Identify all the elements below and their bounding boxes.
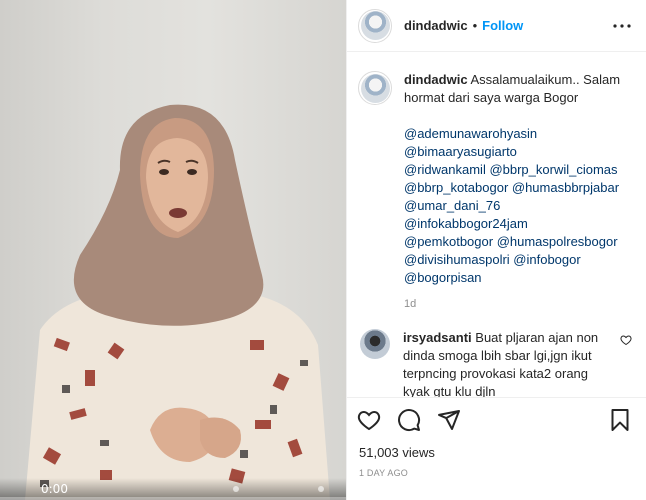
caption-timestamp[interactable]: 1d (404, 295, 626, 313)
caption-mentions: @ademunawarohyasin @bimaaryasugiarto @ri… (404, 125, 626, 287)
follow-button[interactable]: Follow (482, 18, 523, 33)
post-side-panel: dindadwic • Follow dindadwic Assalamuala… (346, 0, 646, 500)
comment-username[interactable]: irsyadsanti (403, 330, 472, 345)
header-username[interactable]: dindadwic (404, 18, 468, 33)
mention-line[interactable]: @bimaaryasugiarto (404, 143, 626, 161)
caption-body: dindadwic Assalamualaikum.. Salam hormat… (404, 71, 626, 313)
bookmark-icon[interactable] (608, 408, 632, 432)
more-horizontal-icon[interactable] (610, 14, 634, 38)
mention-line[interactable]: @bbrp_kotabogor @humasbbrpjabar (404, 179, 626, 197)
comment-bubble-icon[interactable] (397, 408, 421, 432)
mention-line[interactable]: @infokabbogor24jam (404, 215, 626, 233)
comment-body: irsyadsanti Buat pljaran ajan non dinda … (403, 329, 614, 397)
commenter-avatar[interactable] (360, 329, 390, 359)
caption-username[interactable]: dindadwic (404, 72, 468, 87)
post-actions: 51,003 views 1 DAY AGO (347, 397, 646, 500)
comments-area[interactable]: dindadwic Assalamualaikum.. Salam hormat… (347, 53, 646, 397)
video-scrub-marker (233, 486, 239, 492)
header-avatar-image (360, 11, 390, 40)
post-header: dindadwic • Follow (347, 0, 646, 52)
header-avatar[interactable] (358, 8, 392, 43)
paper-plane-icon[interactable] (437, 408, 461, 432)
video-time: 0:00 (41, 482, 68, 496)
mention-line[interactable]: @divisihumaspolri @infobogor (404, 251, 626, 269)
heart-icon[interactable] (357, 408, 381, 432)
mention-line[interactable]: @bogorpisan (404, 269, 626, 287)
post-date[interactable]: 1 DAY AGO (357, 468, 632, 478)
comment-item: irsyadsanti Buat pljaran ajan non dinda … (358, 329, 632, 397)
video-controls: 0:00 (0, 478, 346, 500)
video-player[interactable]: 0:00 (0, 0, 346, 500)
caption-avatar-image (360, 73, 390, 103)
mention-line[interactable]: @ridwankamil @bbrp_korwil_ciomas (404, 161, 626, 179)
video-volume-marker (318, 486, 324, 492)
caption-avatar[interactable] (358, 71, 392, 105)
mention-line[interactable]: @pemkotbogor @humaspolresbogor (404, 233, 626, 251)
mention-line[interactable]: @ademunawarohyasin (404, 125, 626, 143)
comment-heart-icon[interactable] (620, 334, 632, 346)
post-caption: dindadwic Assalamualaikum.. Salam hormat… (358, 71, 632, 313)
view-count[interactable]: 51,003 views (357, 445, 632, 460)
mention-line[interactable]: @umar_dani_76 (404, 197, 626, 215)
header-separator: • (472, 18, 478, 33)
video-frame-illustration (25, 104, 330, 500)
action-icons (357, 398, 632, 442)
